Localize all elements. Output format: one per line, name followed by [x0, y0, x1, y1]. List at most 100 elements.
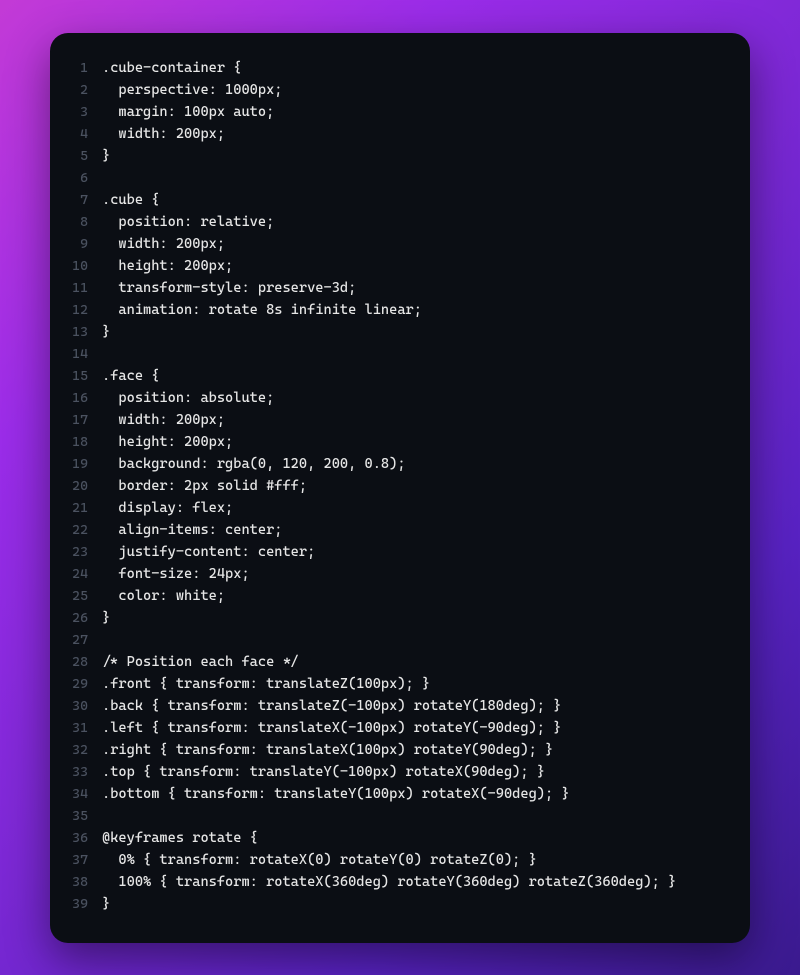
code-text: position: relative;: [102, 211, 722, 233]
code-line: 2 perspective: 1000px;: [68, 79, 722, 101]
code-line: 1.cube-container {: [68, 57, 722, 79]
code-text: }: [102, 607, 722, 629]
line-number: 17: [68, 409, 102, 431]
code-text: display: flex;: [102, 497, 722, 519]
code-line: 4 width: 200px;: [68, 123, 722, 145]
code-line: 18 height: 200px;: [68, 431, 722, 453]
line-number: 15: [68, 365, 102, 387]
line-number: 22: [68, 519, 102, 541]
line-number: 31: [68, 717, 102, 739]
code-text: animation: rotate 8s infinite linear;: [102, 299, 722, 321]
code-text: .right { transform: translateX(100px) ro…: [102, 739, 722, 761]
code-line: 10 height: 200px;: [68, 255, 722, 277]
line-number: 2: [68, 79, 102, 101]
line-number: 12: [68, 299, 102, 321]
line-number: 34: [68, 783, 102, 805]
code-text: }: [102, 145, 722, 167]
code-block[interactable]: 1.cube-container {2 perspective: 1000px;…: [68, 57, 722, 915]
code-text: background: rgba(0, 120, 200, 0.8);: [102, 453, 722, 475]
code-line: 29.front { transform: translateZ(100px);…: [68, 673, 722, 695]
code-text: transform-style: preserve-3d;: [102, 277, 722, 299]
code-line: 8 position: relative;: [68, 211, 722, 233]
code-line: 36@keyframes rotate {: [68, 827, 722, 849]
line-number: 26: [68, 607, 102, 629]
code-line: 32.right { transform: translateX(100px) …: [68, 739, 722, 761]
code-line: 9 width: 200px;: [68, 233, 722, 255]
code-line: 14: [68, 343, 722, 365]
line-number: 38: [68, 871, 102, 893]
line-number: 20: [68, 475, 102, 497]
line-number: 8: [68, 211, 102, 233]
line-number: 19: [68, 453, 102, 475]
code-text: .back { transform: translateZ(-100px) ro…: [102, 695, 722, 717]
line-number: 37: [68, 849, 102, 871]
code-text: @keyframes rotate {: [102, 827, 722, 849]
line-number: 35: [68, 805, 102, 827]
line-number: 1: [68, 57, 102, 79]
line-number: 6: [68, 167, 102, 189]
code-text: .left { transform: translateX(-100px) ro…: [102, 717, 722, 739]
code-text: height: 200px;: [102, 431, 722, 453]
line-number: 10: [68, 255, 102, 277]
code-line: 34.bottom { transform: translateY(100px)…: [68, 783, 722, 805]
line-number: 23: [68, 541, 102, 563]
line-number: 11: [68, 277, 102, 299]
code-line: 30.back { transform: translateZ(-100px) …: [68, 695, 722, 717]
line-number: 27: [68, 629, 102, 651]
line-number: 32: [68, 739, 102, 761]
code-line: 11 transform-style: preserve-3d;: [68, 277, 722, 299]
code-text: align-items: center;: [102, 519, 722, 541]
code-panel: 1.cube-container {2 perspective: 1000px;…: [50, 33, 750, 943]
code-text: color: white;: [102, 585, 722, 607]
line-number: 5: [68, 145, 102, 167]
line-number: 16: [68, 387, 102, 409]
code-text: }: [102, 893, 722, 915]
code-line: 35: [68, 805, 722, 827]
line-number: 9: [68, 233, 102, 255]
code-line: 7.cube {: [68, 189, 722, 211]
code-line: 27: [68, 629, 722, 651]
code-line: 20 border: 2px solid #fff;: [68, 475, 722, 497]
code-text: .top { transform: translateY(-100px) rot…: [102, 761, 722, 783]
code-text: .bottom { transform: translateY(100px) r…: [102, 783, 722, 805]
code-line: 12 animation: rotate 8s infinite linear;: [68, 299, 722, 321]
line-number: 21: [68, 497, 102, 519]
code-text: .cube-container {: [102, 57, 722, 79]
code-line: 24 font-size: 24px;: [68, 563, 722, 585]
code-text: height: 200px;: [102, 255, 722, 277]
line-number: 28: [68, 651, 102, 673]
code-line: 26}: [68, 607, 722, 629]
code-line: 28/* Position each face */: [68, 651, 722, 673]
code-line: 19 background: rgba(0, 120, 200, 0.8);: [68, 453, 722, 475]
code-line: 5}: [68, 145, 722, 167]
code-text: .face {: [102, 365, 722, 387]
line-number: 7: [68, 189, 102, 211]
line-number: 3: [68, 101, 102, 123]
code-line: 21 display: flex;: [68, 497, 722, 519]
code-text: }: [102, 321, 722, 343]
code-line: 15.face {: [68, 365, 722, 387]
code-line: 25 color: white;: [68, 585, 722, 607]
code-line: 23 justify-content: center;: [68, 541, 722, 563]
line-number: 39: [68, 893, 102, 915]
code-line: 33.top { transform: translateY(-100px) r…: [68, 761, 722, 783]
line-number: 30: [68, 695, 102, 717]
code-text: position: absolute;: [102, 387, 722, 409]
code-text: width: 200px;: [102, 233, 722, 255]
line-number: 18: [68, 431, 102, 453]
line-number: 4: [68, 123, 102, 145]
code-line: 38 100% { transform: rotateX(360deg) rot…: [68, 871, 722, 893]
code-line: 3 margin: 100px auto;: [68, 101, 722, 123]
code-text: margin: 100px auto;: [102, 101, 722, 123]
code-text: .cube {: [102, 189, 722, 211]
code-text: width: 200px;: [102, 409, 722, 431]
code-line: 16 position: absolute;: [68, 387, 722, 409]
code-text: font-size: 24px;: [102, 563, 722, 585]
line-number: 33: [68, 761, 102, 783]
code-text: 100% { transform: rotateX(360deg) rotate…: [102, 871, 722, 893]
code-line: 6: [68, 167, 722, 189]
line-number: 14: [68, 343, 102, 365]
code-line: 22 align-items: center;: [68, 519, 722, 541]
code-text: perspective: 1000px;: [102, 79, 722, 101]
code-text: border: 2px solid #fff;: [102, 475, 722, 497]
